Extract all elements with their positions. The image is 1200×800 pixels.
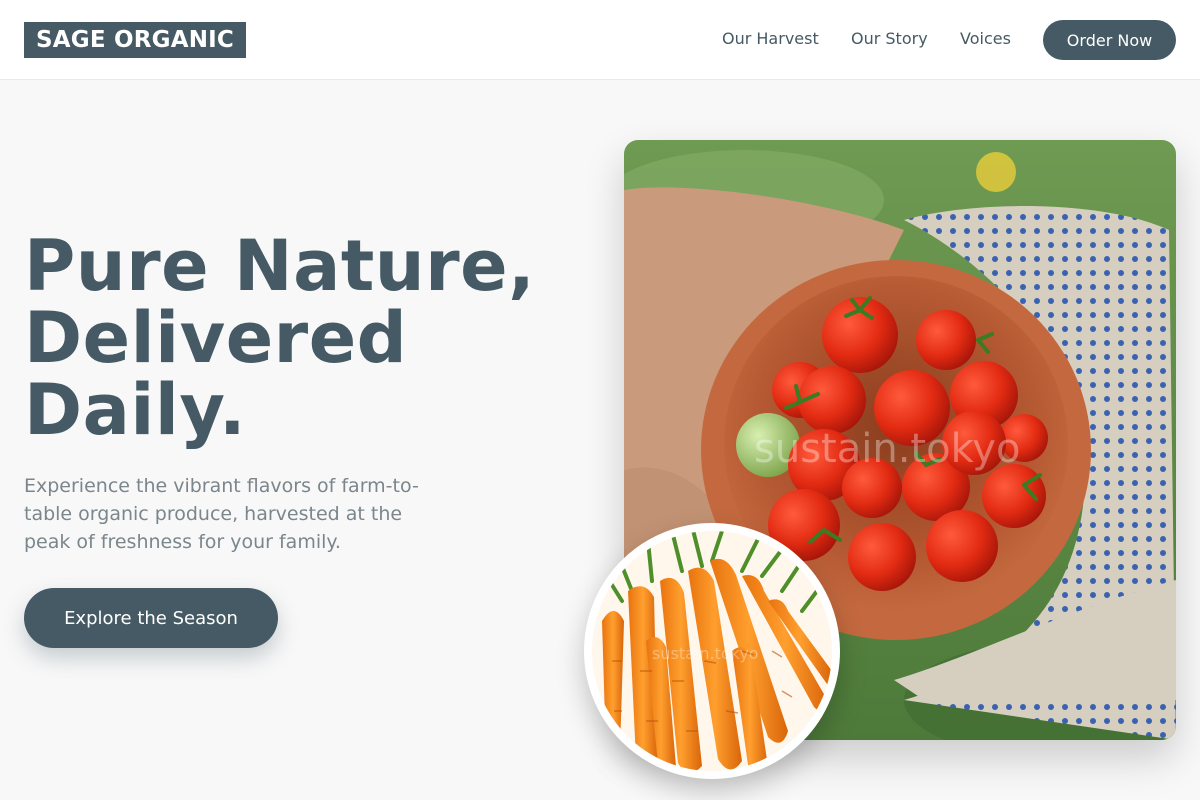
carrots-illustration: sustain.tokyo xyxy=(592,531,832,771)
site-header: SAGE ORGANIC Our Harvest Our Story Voice… xyxy=(0,0,1200,80)
headline-line-1: Pure Nature, xyxy=(24,225,536,307)
order-now-button[interactable]: Order Now xyxy=(1043,20,1176,60)
nav-our-harvest[interactable]: Our Harvest xyxy=(722,28,819,50)
nav-our-story[interactable]: Our Story xyxy=(851,28,928,50)
photo-watermark: sustain.tokyo xyxy=(754,426,1020,472)
inset-watermark: sustain.tokyo xyxy=(652,644,759,663)
hero-headline: Pure Nature, Delivered Daily. xyxy=(24,230,584,446)
explore-season-button[interactable]: Explore the Season xyxy=(24,588,278,648)
carrots-photo: sustain.tokyo xyxy=(584,523,840,779)
hero-subtext: Experience the vibrant flavors of farm-t… xyxy=(24,475,419,553)
brand-logo[interactable]: SAGE ORGANIC xyxy=(24,22,246,58)
nav-voices[interactable]: Voices xyxy=(960,28,1011,50)
headline-line-3: Daily. xyxy=(24,369,247,451)
headline-line-2: Delivered xyxy=(24,297,408,379)
